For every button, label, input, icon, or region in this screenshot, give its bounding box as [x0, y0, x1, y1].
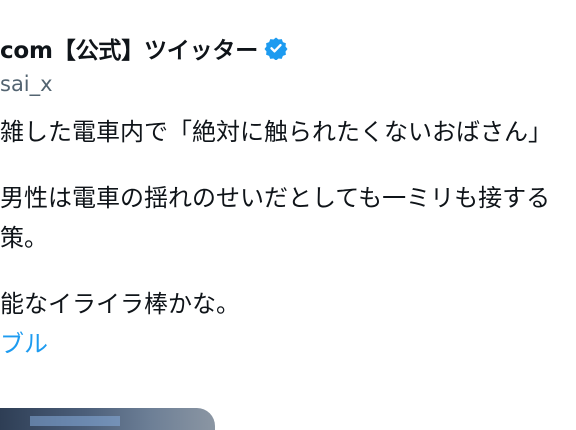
tweet-text-blank	[0, 258, 576, 284]
tweet-text-line: 策。	[0, 224, 48, 252]
tweet-header: com【公式】ツイッター	[0, 28, 288, 68]
verified-badge-icon	[264, 36, 288, 61]
hashtag-link[interactable]: ブル	[0, 324, 576, 364]
photo-icon[interactable]	[0, 408, 215, 430]
tweet-text-blank	[0, 152, 576, 178]
tweet-text: 雑した電車内で「絶対に触られたくないおばさん」 男性は電車の揺れのせいだとしても…	[0, 112, 576, 364]
tweet-text-line: 雑した電車内で「絶対に触られたくないおばさん」	[0, 118, 552, 146]
user-handle[interactable]: sai_x	[0, 72, 53, 96]
tweet-text-line: 能なイライラ棒かな。	[0, 290, 240, 318]
tweet-card[interactable]: com【公式】ツイッター sai_x 雑した電車内で「絶対に触られたくないおばさ…	[0, 0, 576, 430]
display-name[interactable]: com【公式】ツイッター	[0, 31, 258, 65]
tweet-text-line: 男性は電車の揺れのせいだとしても一ミリも接する	[0, 184, 551, 212]
media-highlight	[30, 416, 120, 426]
